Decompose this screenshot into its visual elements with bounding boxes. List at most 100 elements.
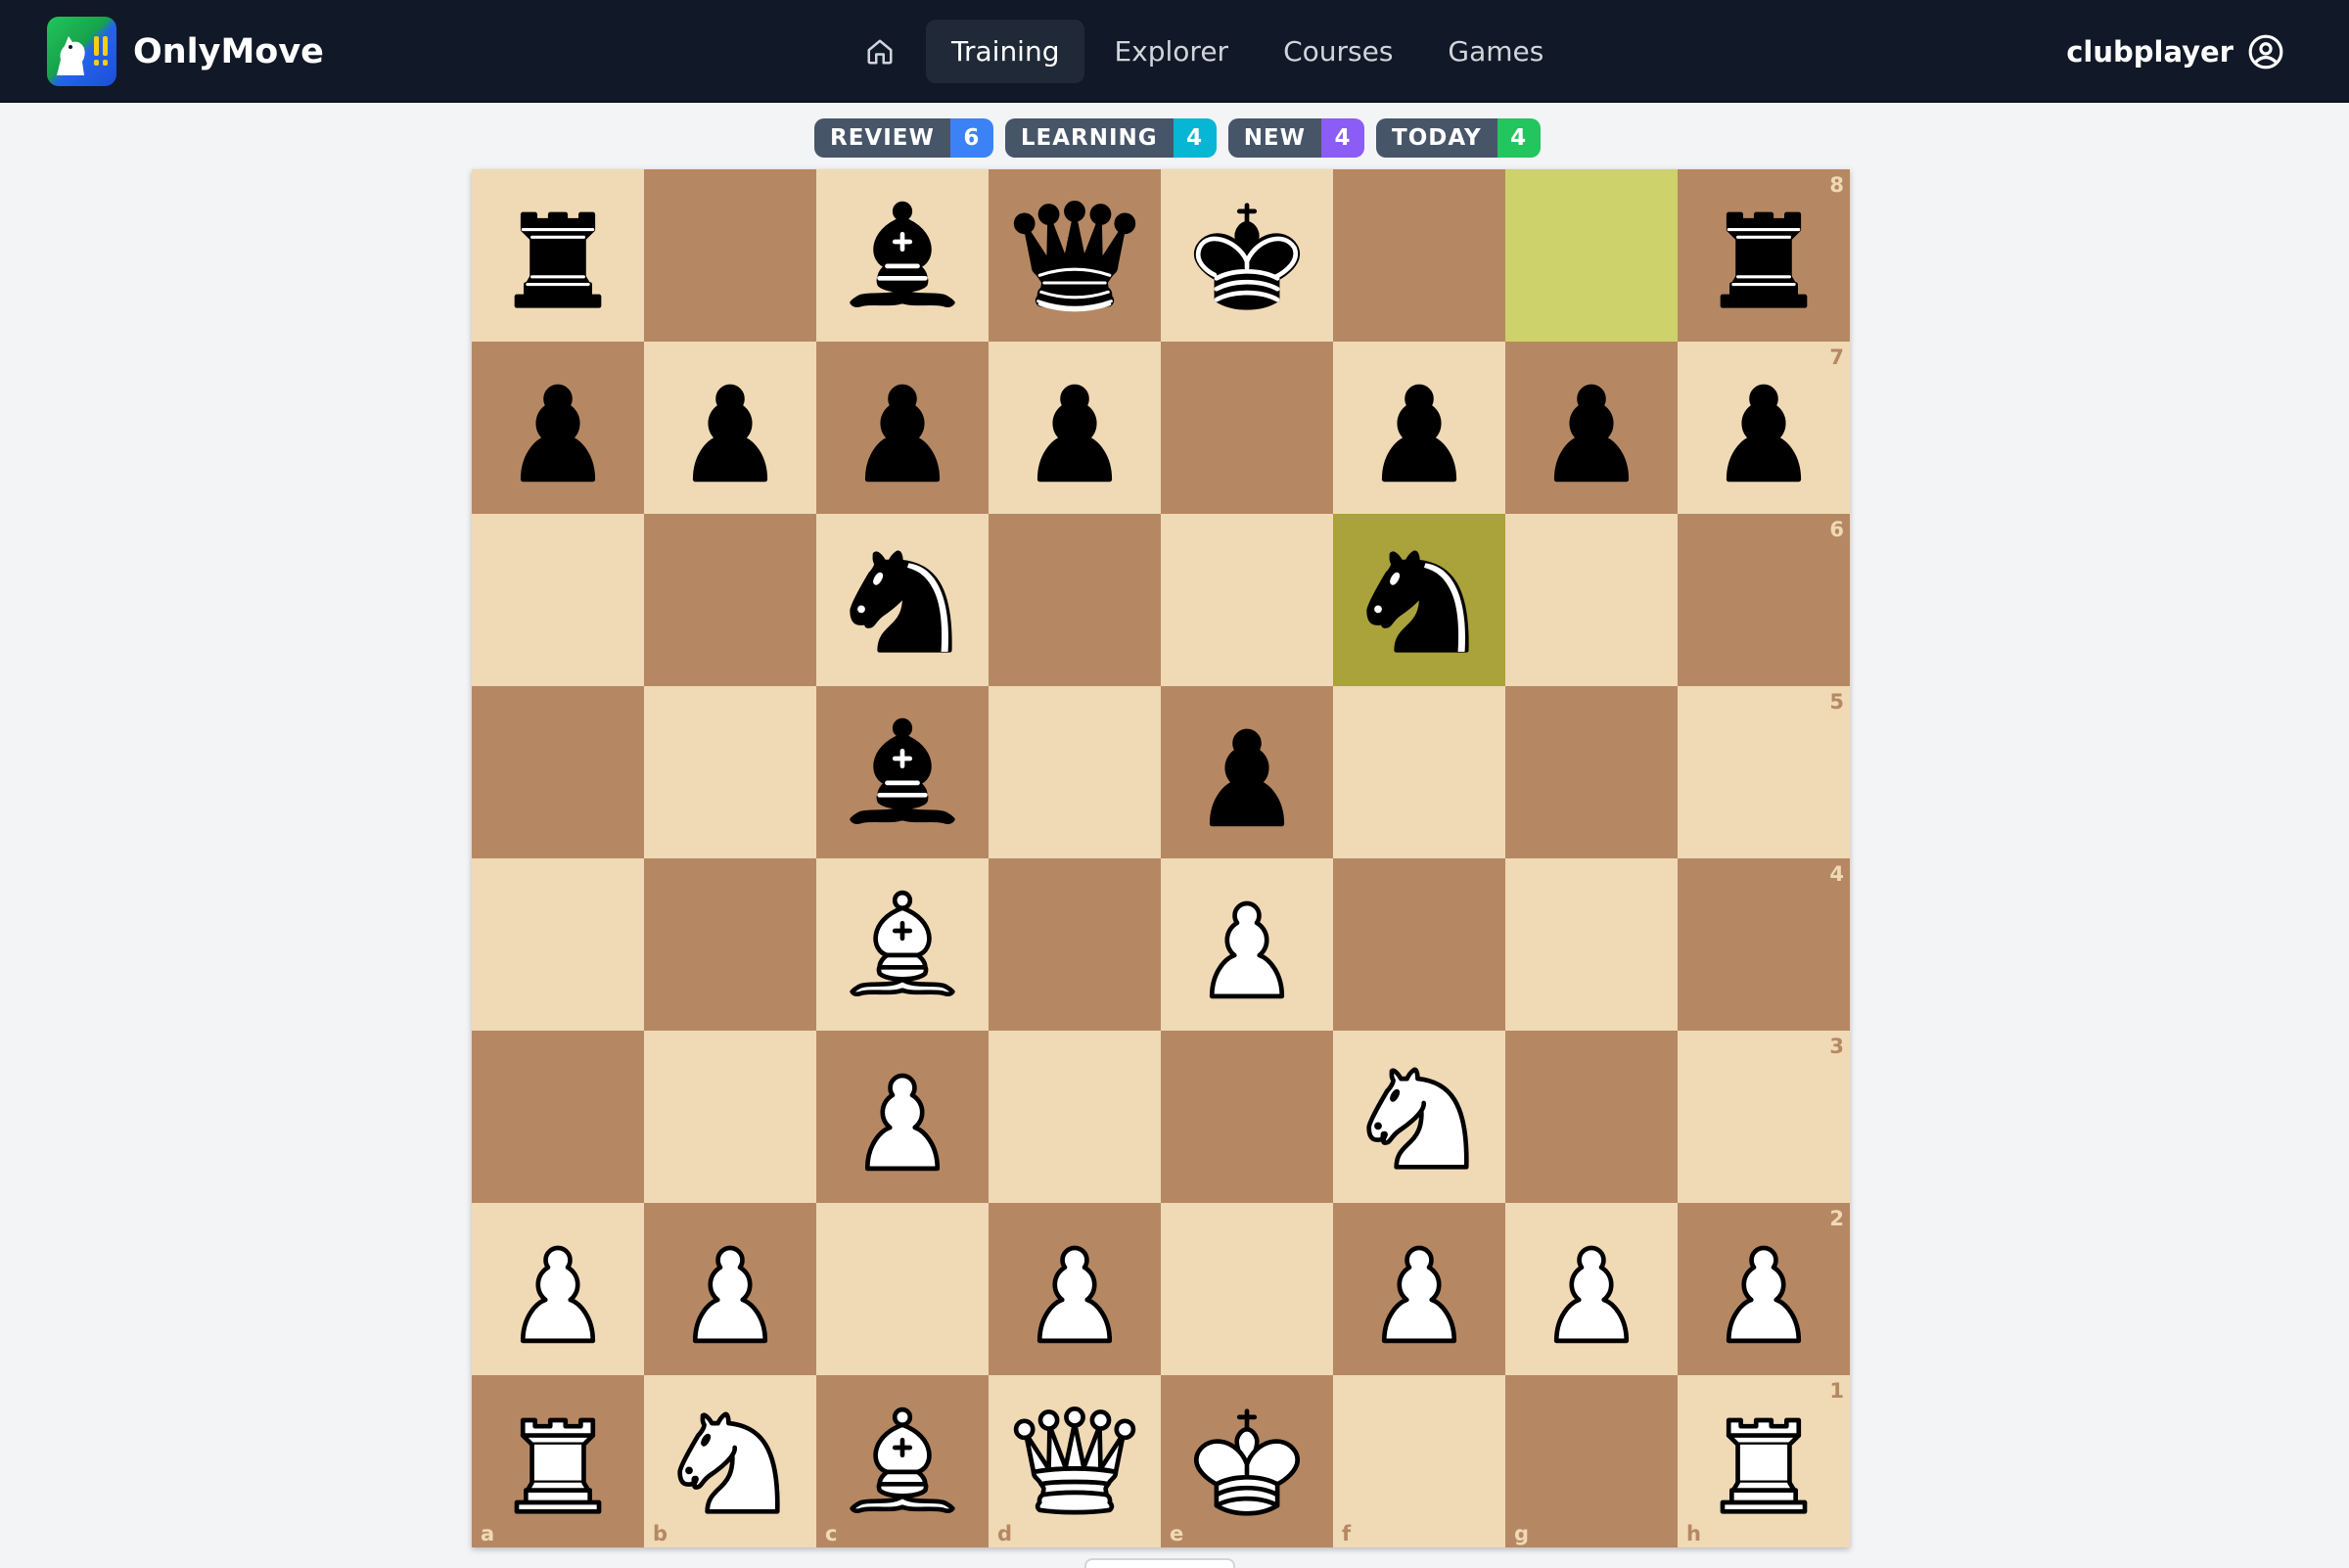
black-pawn-icon[interactable] [1006, 359, 1143, 496]
white-bishop-icon[interactable] [834, 1393, 971, 1530]
square-e8[interactable] [1161, 169, 1333, 342]
square-g7[interactable] [1505, 342, 1678, 514]
black-pawn-icon[interactable] [834, 359, 971, 496]
square-h4[interactable]: 4 [1678, 858, 1850, 1031]
square-b4[interactable] [644, 858, 816, 1031]
black-pawn-icon[interactable] [1695, 359, 1832, 496]
square-e4[interactable] [1161, 858, 1333, 1031]
square-f5[interactable] [1333, 686, 1505, 858]
black-king-icon[interactable] [1178, 187, 1315, 324]
square-d4[interactable] [989, 858, 1161, 1031]
square-a7[interactable] [472, 342, 644, 514]
square-h1[interactable]: 1h [1678, 1375, 1850, 1547]
white-bishop-icon[interactable] [834, 876, 971, 1013]
black-pawn-icon[interactable] [1178, 704, 1315, 841]
white-pawn-icon[interactable] [662, 1221, 799, 1358]
black-bishop-icon[interactable] [834, 704, 971, 841]
square-g1[interactable]: g [1505, 1375, 1678, 1547]
square-g5[interactable] [1505, 686, 1678, 858]
square-g6[interactable] [1505, 514, 1678, 686]
square-f4[interactable] [1333, 858, 1505, 1031]
square-d7[interactable] [989, 342, 1161, 514]
brand[interactable]: OnlyMove [47, 17, 324, 86]
black-pawn-icon[interactable] [662, 359, 799, 496]
square-d3[interactable] [989, 1031, 1161, 1203]
white-king-icon[interactable] [1178, 1393, 1315, 1530]
white-pawn-icon[interactable] [1695, 1221, 1832, 1358]
square-d8[interactable] [989, 169, 1161, 342]
square-a6[interactable] [472, 514, 644, 686]
square-e2[interactable] [1161, 1203, 1333, 1375]
square-b8[interactable] [644, 169, 816, 342]
square-h2[interactable]: 2 [1678, 1203, 1850, 1375]
review-counter[interactable]: REVIEW 6 [814, 118, 993, 158]
white-pawn-icon[interactable] [1178, 876, 1315, 1013]
square-e5[interactable] [1161, 686, 1333, 858]
square-c2[interactable] [816, 1203, 989, 1375]
square-c8[interactable] [816, 169, 989, 342]
black-pawn-icon[interactable] [1523, 359, 1660, 496]
square-a3[interactable] [472, 1031, 644, 1203]
chessboard[interactable]: 8765432abcdefg1h [472, 169, 1850, 1547]
square-c1[interactable]: c [816, 1375, 989, 1547]
white-pawn-icon[interactable] [834, 1048, 971, 1185]
user-menu[interactable]: clubplayer [2066, 20, 2284, 83]
black-queen-icon[interactable] [1006, 187, 1143, 324]
square-g4[interactable] [1505, 858, 1678, 1031]
black-knight-icon[interactable] [1351, 531, 1488, 669]
nav-courses[interactable]: Courses [1258, 20, 1418, 83]
square-f1[interactable]: f [1333, 1375, 1505, 1547]
square-h5[interactable]: 5 [1678, 686, 1850, 858]
white-rook-icon[interactable] [489, 1393, 626, 1530]
square-f7[interactable] [1333, 342, 1505, 514]
learning-counter[interactable]: LEARNING 4 [1004, 118, 1217, 158]
white-pawn-icon[interactable] [1006, 1221, 1143, 1358]
square-b1[interactable]: b [644, 1375, 816, 1547]
square-g2[interactable] [1505, 1203, 1678, 1375]
square-a2[interactable] [472, 1203, 644, 1375]
square-b2[interactable] [644, 1203, 816, 1375]
square-e3[interactable] [1161, 1031, 1333, 1203]
square-a8[interactable] [472, 169, 644, 342]
square-f6[interactable] [1333, 514, 1505, 686]
nav-games[interactable]: Games [1422, 20, 1569, 83]
black-rook-icon[interactable] [1695, 187, 1832, 324]
square-h6[interactable]: 6 [1678, 514, 1850, 686]
black-pawn-icon[interactable] [1351, 359, 1488, 496]
black-bishop-icon[interactable] [834, 187, 971, 324]
square-b3[interactable] [644, 1031, 816, 1203]
square-d6[interactable] [989, 514, 1161, 686]
square-a5[interactable] [472, 686, 644, 858]
white-knight-icon[interactable] [662, 1393, 799, 1530]
square-f2[interactable] [1333, 1203, 1505, 1375]
black-rook-icon[interactable] [489, 187, 626, 324]
white-pawn-icon[interactable] [1351, 1221, 1488, 1358]
white-knight-icon[interactable] [1351, 1048, 1488, 1185]
square-b7[interactable] [644, 342, 816, 514]
square-b5[interactable] [644, 686, 816, 858]
square-e1[interactable]: e [1161, 1375, 1333, 1547]
white-pawn-icon[interactable] [489, 1221, 626, 1358]
square-b6[interactable] [644, 514, 816, 686]
bottom-panel-handle[interactable] [1084, 1558, 1235, 1568]
white-queen-icon[interactable] [1006, 1393, 1143, 1530]
square-c4[interactable] [816, 858, 989, 1031]
square-c3[interactable] [816, 1031, 989, 1203]
square-c7[interactable] [816, 342, 989, 514]
square-h8[interactable]: 8 [1678, 169, 1850, 342]
today-counter[interactable]: TODAY 4 [1376, 118, 1541, 158]
new-counter[interactable]: NEW 4 [1227, 118, 1365, 158]
white-rook-icon[interactable] [1695, 1393, 1832, 1530]
square-h3[interactable]: 3 [1678, 1031, 1850, 1203]
nav-explorer[interactable]: Explorer [1088, 20, 1254, 83]
square-d2[interactable] [989, 1203, 1161, 1375]
square-a1[interactable]: a [472, 1375, 644, 1547]
square-f8[interactable] [1333, 169, 1505, 342]
square-d1[interactable]: d [989, 1375, 1161, 1547]
nav-home[interactable] [850, 20, 910, 83]
square-g8[interactable] [1505, 169, 1678, 342]
square-e7[interactable] [1161, 342, 1333, 514]
square-f3[interactable] [1333, 1031, 1505, 1203]
black-pawn-icon[interactable] [489, 359, 626, 496]
nav-training[interactable]: Training [926, 20, 1085, 83]
